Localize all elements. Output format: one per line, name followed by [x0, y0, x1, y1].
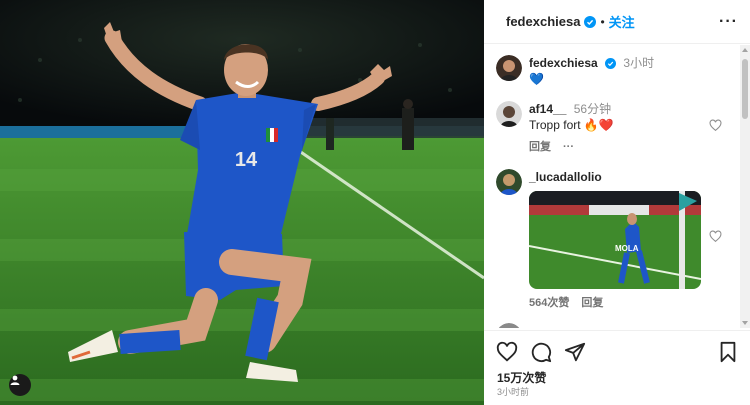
- reply-button[interactable]: 回复: [529, 139, 551, 155]
- header-username[interactable]: fedexchiesa: [506, 14, 580, 29]
- like-comment-heart-icon[interactable]: [709, 230, 722, 243]
- player-photo: 14: [0, 0, 484, 405]
- post-actions: 15万次赞 3小时前: [484, 330, 750, 405]
- scroll-up-arrow-icon[interactable]: [742, 48, 748, 52]
- save-bookmark-icon[interactable]: [718, 341, 738, 363]
- separator-dot: •: [600, 14, 605, 29]
- like-heart-icon[interactable]: [496, 341, 518, 363]
- like-comment-heart-icon[interactable]: [709, 119, 722, 132]
- avatar[interactable]: [496, 55, 522, 81]
- post-sidebar: fedexchiesa • 关注 ··· fedexchiesa 3小时 💙 a…: [484, 0, 750, 405]
- comments-list[interactable]: fedexchiesa 3小时 💙 af14__ 56分钟 Tropp fort…: [484, 45, 740, 328]
- scroll-down-arrow-icon[interactable]: [742, 321, 748, 325]
- verified-badge-icon: [584, 15, 597, 28]
- comment-item: af14__ 56分钟 Tropp fort 🔥❤️ 回复 ···: [496, 101, 614, 155]
- caption-time: 3小时: [623, 56, 655, 70]
- share-paper-plane-icon[interactable]: [564, 341, 586, 363]
- tagged-user-icon[interactable]: [9, 374, 31, 396]
- post-timestamp: 3小时前: [497, 387, 530, 397]
- verified-badge-icon: [605, 58, 617, 69]
- comment-media-image[interactable]: MOLA: [529, 191, 701, 289]
- more-options-icon[interactable]: ···: [719, 13, 738, 31]
- post-image[interactable]: 14: [0, 0, 484, 405]
- comment-username[interactable]: af14__: [529, 102, 566, 116]
- follow-button[interactable]: 关注: [609, 12, 635, 31]
- comment-text: Tropp fort 🔥❤️: [529, 118, 614, 132]
- avatar[interactable]: [496, 101, 522, 127]
- comment-more-icon[interactable]: ···: [563, 139, 574, 155]
- comment-item: _lucadallolio MOLA 564次赞 回复: [496, 169, 701, 311]
- reply-button[interactable]: 回复: [581, 295, 603, 311]
- comment-time: 56分钟: [573, 102, 612, 116]
- like-count[interactable]: 15万次赞: [497, 369, 546, 386]
- avatar[interactable]: [496, 323, 522, 328]
- comments-scrollbar[interactable]: [740, 45, 750, 328]
- post-header: fedexchiesa • 关注 ···: [484, 0, 750, 44]
- comment-like-count[interactable]: 564次赞: [529, 295, 569, 311]
- caption: fedexchiesa 3小时 💙: [496, 55, 654, 87]
- avatar[interactable]: [496, 169, 522, 195]
- jersey-number: 14: [235, 149, 258, 171]
- comment-bubble-icon[interactable]: [530, 341, 552, 363]
- comment-item-partial: [496, 323, 522, 328]
- comment-username[interactable]: _lucadallolio: [529, 170, 602, 184]
- scroll-thumb[interactable]: [742, 59, 748, 119]
- caption-text: 💙: [529, 72, 544, 86]
- caption-username[interactable]: fedexchiesa: [529, 56, 598, 70]
- user-silhouette-icon: [10, 375, 20, 385]
- comment-image-label: MOLA: [615, 244, 639, 253]
